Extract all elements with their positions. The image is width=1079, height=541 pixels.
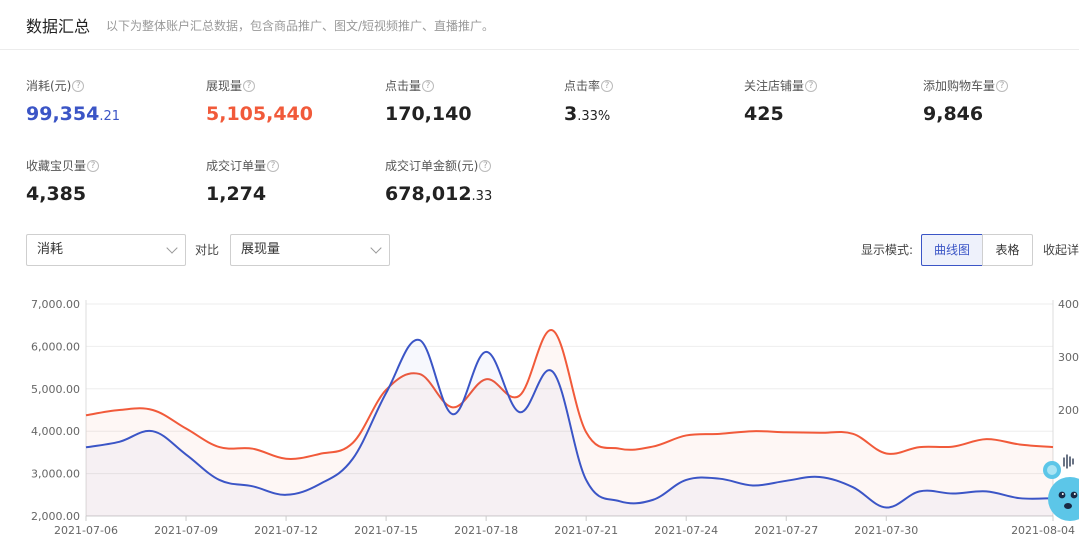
- assistant-mascot-icon[interactable]: [1038, 452, 1079, 541]
- metric-value: 5,105,440: [206, 103, 313, 125]
- page-subtitle: 以下为整体账户汇总数据，包含商品推广、图文/短视频推广、直播推广。: [106, 19, 495, 33]
- line-chart-mode-button[interactable]: 曲线图: [921, 234, 983, 266]
- y-right-tick-label: 400: [1058, 298, 1079, 311]
- x-tick-label: 2021-07-30: [854, 524, 918, 537]
- trend-line-chart: 2,000.00 3,000.00 4,000.00 5,000.00 6,000.00…: [31, 298, 1079, 537]
- help-icon[interactable]: ?: [267, 159, 280, 172]
- metric-shop-follows: 关注店铺量? 425: [744, 77, 914, 125]
- metric-label: 点击量: [385, 79, 422, 93]
- metric-label: 关注店铺量: [744, 79, 805, 93]
- metric-add-to-cart: 添加购物车量? 9,846: [923, 77, 1079, 125]
- compare-metric-value: 展现量: [241, 242, 281, 257]
- metric-label: 展现量: [206, 79, 243, 93]
- metric-value: 9,846: [923, 103, 984, 125]
- help-icon[interactable]: ?: [243, 79, 256, 92]
- metric-value: 1,274: [206, 183, 267, 205]
- metric-orders: 成交订单量? 1,274: [206, 157, 376, 205]
- display-mode-label: 显示模式:: [861, 243, 914, 257]
- metric-label: 成交订单量: [206, 159, 267, 173]
- primary-metric-select[interactable]: 消耗: [26, 234, 186, 266]
- help-icon[interactable]: ?: [479, 159, 492, 172]
- metric-label: 添加购物车量: [923, 79, 996, 93]
- help-icon[interactable]: ?: [422, 79, 435, 92]
- metric-order-amount: 成交订单金额(元)? 678,012.33: [385, 157, 555, 205]
- metric-label: 成交订单金额(元): [385, 159, 479, 173]
- x-tick-label: 2021-07-09: [154, 524, 218, 537]
- x-tick-label: 2021-07-12: [254, 524, 318, 537]
- primary-metric-value: 消耗: [37, 242, 64, 257]
- x-tick-label: 2021-07-21: [554, 524, 618, 537]
- x-tick-label: 2021-07-15: [354, 524, 418, 537]
- y-left-tick-label: 3,000.00: [31, 468, 80, 481]
- y-right-tick-label: 300: [1058, 351, 1079, 364]
- compare-label: 对比: [195, 243, 220, 257]
- table-mode-button[interactable]: 表格: [982, 234, 1033, 266]
- metric-clicks: 点击量? 170,140: [385, 77, 555, 125]
- x-tick-label: 2021-07-18: [454, 524, 518, 537]
- compare-metric-select[interactable]: 展现量: [230, 234, 390, 266]
- help-icon[interactable]: ?: [87, 159, 100, 172]
- y-right-tick-label: 200: [1058, 404, 1079, 417]
- metric-impressions: 展现量? 5,105,440: [206, 77, 376, 125]
- metric-ctr: 点击率? 3.33%: [564, 77, 734, 125]
- help-icon[interactable]: ?: [996, 79, 1009, 92]
- chevron-down-icon: [166, 242, 178, 254]
- x-tick-label: 2021-07-27: [754, 524, 818, 537]
- page-title: 数据汇总: [26, 17, 91, 36]
- summary-header: 数据汇总 以下为整体账户汇总数据，包含商品推广、图文/短视频推广、直播推广。: [0, 0, 1079, 50]
- collapse-details-link[interactable]: 收起详: [1043, 241, 1079, 258]
- x-tick-label: 2021-07-24: [654, 524, 718, 537]
- metric-value: 99,354.21: [26, 103, 121, 125]
- help-icon[interactable]: ?: [72, 79, 85, 92]
- y-left-tick-label: 7,000.00: [31, 298, 80, 311]
- metric-label: 点击率: [564, 79, 601, 93]
- metric-label: 消耗(元): [26, 79, 72, 93]
- metric-value: 678,012.33: [385, 183, 493, 205]
- metric-value: 3.33%: [564, 103, 611, 125]
- metric-value: 425: [744, 103, 784, 125]
- help-icon[interactable]: ?: [601, 79, 614, 92]
- metric-favorites: 收藏宝贝量? 4,385: [26, 157, 196, 205]
- help-icon[interactable]: ?: [805, 79, 818, 92]
- metric-value: 4,385: [26, 183, 87, 205]
- metric-spend: 消耗(元)? 99,354.21: [26, 77, 196, 125]
- y-left-tick-label: 4,000.00: [31, 425, 80, 438]
- metric-value: 170,140: [385, 103, 472, 125]
- y-left-tick-label: 6,000.00: [31, 340, 80, 353]
- x-tick-label: 2021-07-06: [54, 524, 118, 537]
- chevron-down-icon: [370, 242, 382, 254]
- metric-label: 收藏宝贝量: [26, 159, 87, 173]
- y-left-tick-label: 5,000.00: [31, 383, 80, 396]
- y-left-tick-label: 2,000.00: [31, 510, 80, 523]
